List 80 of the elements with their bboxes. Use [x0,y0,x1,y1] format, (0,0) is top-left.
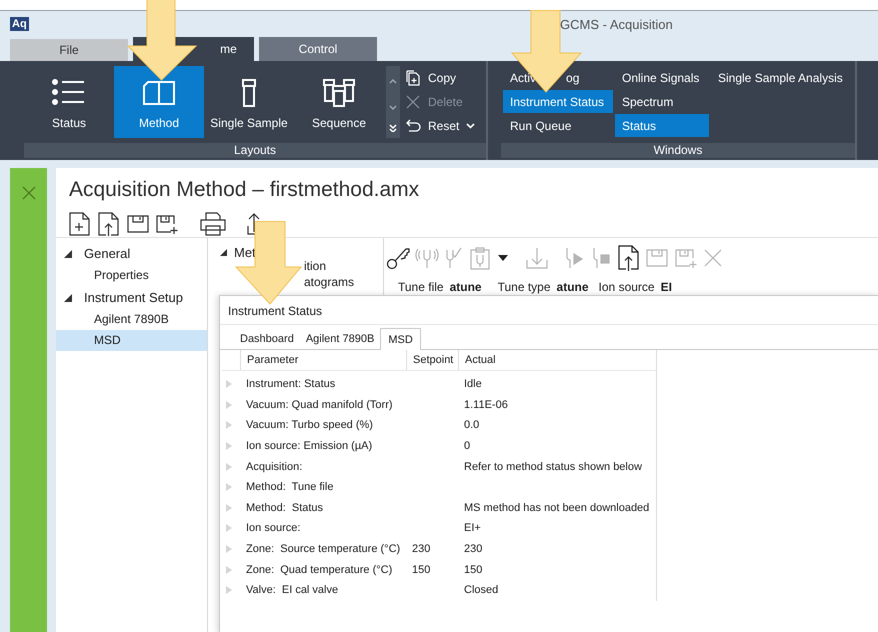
table-cell: Idle [464,378,482,390]
tree-item[interactable]: Agilent 7890B [56,309,207,330]
expander-icon[interactable] [64,294,72,302]
window-item[interactable]: Run Queue [503,114,613,137]
tree-item[interactable]: MSD [56,330,207,351]
action-button[interactable]: Copy [405,66,476,90]
expander-icon[interactable] [64,250,72,258]
tree-item[interactable]: ition [304,259,326,275]
group-label: Windows [501,143,855,158]
table-cell: Instrument: Status [246,378,336,390]
window-item[interactable]: Online Signals [615,66,709,89]
tab[interactable]: Agilent 7890B [300,329,380,349]
table-cell: Vacuum: Turbo speed (%) [246,419,373,432]
table-cell: Method: Tune file [246,481,334,494]
field-value: atune [556,280,589,294]
print-icon[interactable] [200,212,226,236]
tree-item[interactable]: atograms [304,275,354,291]
field-label: Tune file [398,280,444,294]
field-value: atune [450,280,482,294]
table-cell: Ion source: [246,522,300,534]
table-cell: Closed [464,584,498,596]
document-title: Acquisition Method – firstmethod.amx [68,177,420,203]
ribbon-tab[interactable]: File [10,39,128,61]
field-value: EI [660,280,672,294]
window-item[interactable]: Single Sample Analysis [711,66,851,89]
delete-icon [405,94,421,110]
book-icon [142,78,176,108]
tree-item[interactable]: Properties [56,265,207,286]
layout-button[interactable]: Sequence [294,66,384,138]
tree-item[interactable]: General [56,242,207,265]
window-item[interactable]: Instrument Status [503,90,613,113]
field-label: Tune type [498,280,551,294]
window-title: Instrument Status [228,304,322,318]
window-item[interactable]: Spectrum [615,90,709,113]
upload-icon[interactable] [247,212,260,236]
table-cell: Valve: EI cal valve [246,584,338,596]
table-cell: Method: Status [246,502,324,514]
table-cell: 1.11E-06 [464,398,508,411]
column-header[interactable]: Actual [458,350,656,370]
new-file-icon[interactable] [68,212,92,236]
window-title: GCMS - Acquisition [560,17,673,32]
table-cell: Acquisition: [246,460,302,473]
column-header[interactable]: Setpoint [406,350,458,370]
app-logo: Aq [10,17,29,31]
undo-icon [405,118,421,134]
table-cell: Vacuum: Quad manifold (Torr) [246,398,393,411]
key-icon[interactable] [386,246,410,270]
table-cell: Zone: Source temperature (°C) [246,543,400,556]
tree-item[interactable]: Instrument Setup [56,286,207,309]
table-cell: 150 [412,564,430,576]
window-item[interactable]: Status [615,114,709,137]
action-button[interactable]: Reset [405,114,476,138]
table-cell: Ion source: Emission (µA) [246,440,372,452]
upload-file-icon[interactable] [618,245,640,271]
table-cell: 230 [464,543,482,556]
tab[interactable]: MSD [380,328,421,350]
vials-icon [322,78,356,108]
table-cell: MS method has not been downloaded [464,502,650,514]
group-label: Layouts [24,143,486,158]
expander-icon[interactable] [220,248,227,256]
layout-button[interactable]: Method [114,66,204,138]
close-icon[interactable] [22,186,36,200]
copy-icon [405,70,421,86]
list-icon [52,78,86,108]
field-label: Ion source [598,280,655,294]
table-cell: 150 [464,564,482,576]
table-cell: EI+ [464,522,481,534]
table-cell: Zone: Quad temperature (°C) [246,564,392,576]
caret-icon [466,123,476,129]
table-cell: 0.0 [464,419,480,432]
column-header[interactable]: Parameter [240,350,406,370]
layout-button[interactable]: Single Sample [204,66,294,138]
table-cell: 0 [464,440,470,452]
table-cell: 230 [412,543,430,556]
table-cell: Refer to method status shown below [464,460,642,473]
layout-button[interactable]: Status [24,66,114,138]
open-file-icon[interactable] [97,212,121,236]
ribbon-tab[interactable]: Control [259,37,377,61]
tab[interactable]: Dashboard [234,329,300,349]
tree-item[interactable]: Met [234,244,256,260]
